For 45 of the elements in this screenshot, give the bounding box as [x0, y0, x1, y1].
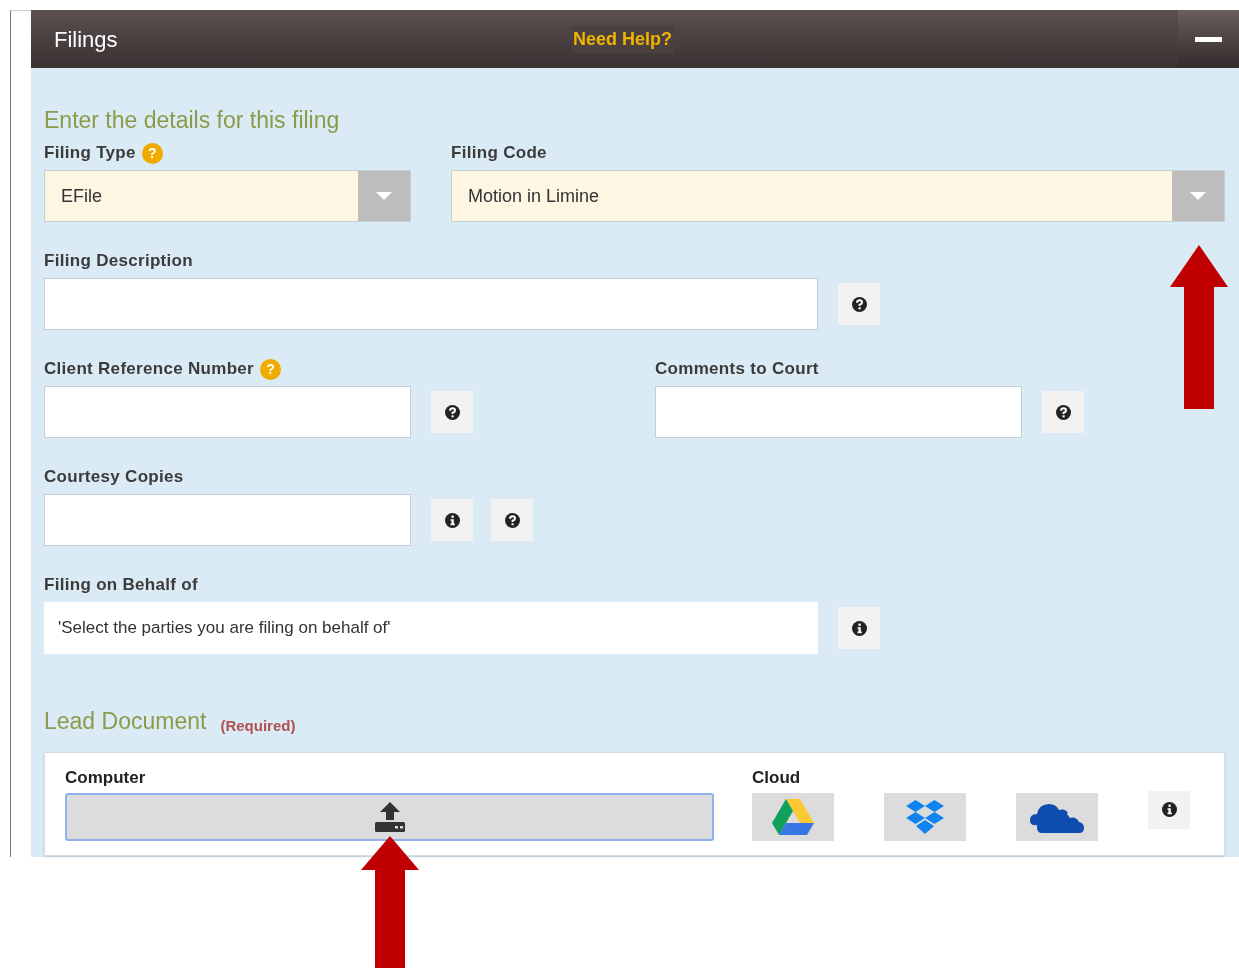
boxes-icon: [906, 799, 944, 834]
required-note: (Required): [220, 716, 296, 736]
info-button[interactable]: [838, 607, 880, 649]
info-icon: [851, 620, 867, 636]
field-label: Client Reference Number: [44, 358, 254, 381]
cloud-button[interactable]: [752, 792, 834, 841]
section-title: Lead Document: [44, 707, 207, 736]
select-field[interactable]: Motion in Limine: [451, 170, 1225, 222]
field-label: Filing Code: [451, 142, 547, 165]
minimize-button[interactable]: [1178, 10, 1239, 68]
input-field[interactable]: [44, 386, 411, 438]
input-field[interactable]: [44, 278, 818, 330]
field-label: Computer: [65, 766, 147, 787]
info-icon: [1161, 802, 1177, 817]
caret-icon: [376, 192, 392, 200]
help-icon: [444, 404, 460, 420]
section-title: Enter the details for this filing: [44, 107, 341, 133]
field-label: Comments to Court: [655, 358, 819, 381]
help-icon: [504, 512, 520, 528]
help-button[interactable]: [491, 499, 533, 541]
info-icon: [444, 512, 460, 528]
help-icon: [1055, 404, 1071, 420]
caret-icon: [1190, 192, 1206, 200]
field-label: Filing Type: [44, 142, 136, 165]
info-button[interactable]: [1148, 790, 1190, 829]
help-link[interactable]: Need Help?: [571, 25, 675, 53]
input-field[interactable]: [655, 386, 1022, 438]
help-button[interactable]: [838, 283, 880, 325]
field-label: Courtesy Copies: [44, 466, 184, 489]
help-button[interactable]: [1042, 391, 1084, 433]
cloud-button[interactable]: [1016, 792, 1098, 841]
panel-title: Filings: [53, 25, 119, 54]
minimize-icon: [1195, 36, 1222, 42]
select-field[interactable]: EFile: [44, 170, 411, 222]
field-label: Cloud: [752, 766, 802, 787]
input-field[interactable]: [44, 494, 411, 546]
field-label: Filing Description: [44, 250, 193, 273]
help-icon: [851, 296, 867, 312]
cloud-button[interactable]: [884, 792, 966, 841]
help-button[interactable]: [431, 391, 473, 433]
select-field[interactable]: 'Select the parties you are filing on behalf of': [44, 602, 818, 654]
field-label: Filing on Behalf of: [44, 574, 198, 597]
triangle-icon: [772, 798, 814, 835]
upload-icon: [373, 801, 406, 832]
info-button[interactable]: [431, 499, 473, 541]
